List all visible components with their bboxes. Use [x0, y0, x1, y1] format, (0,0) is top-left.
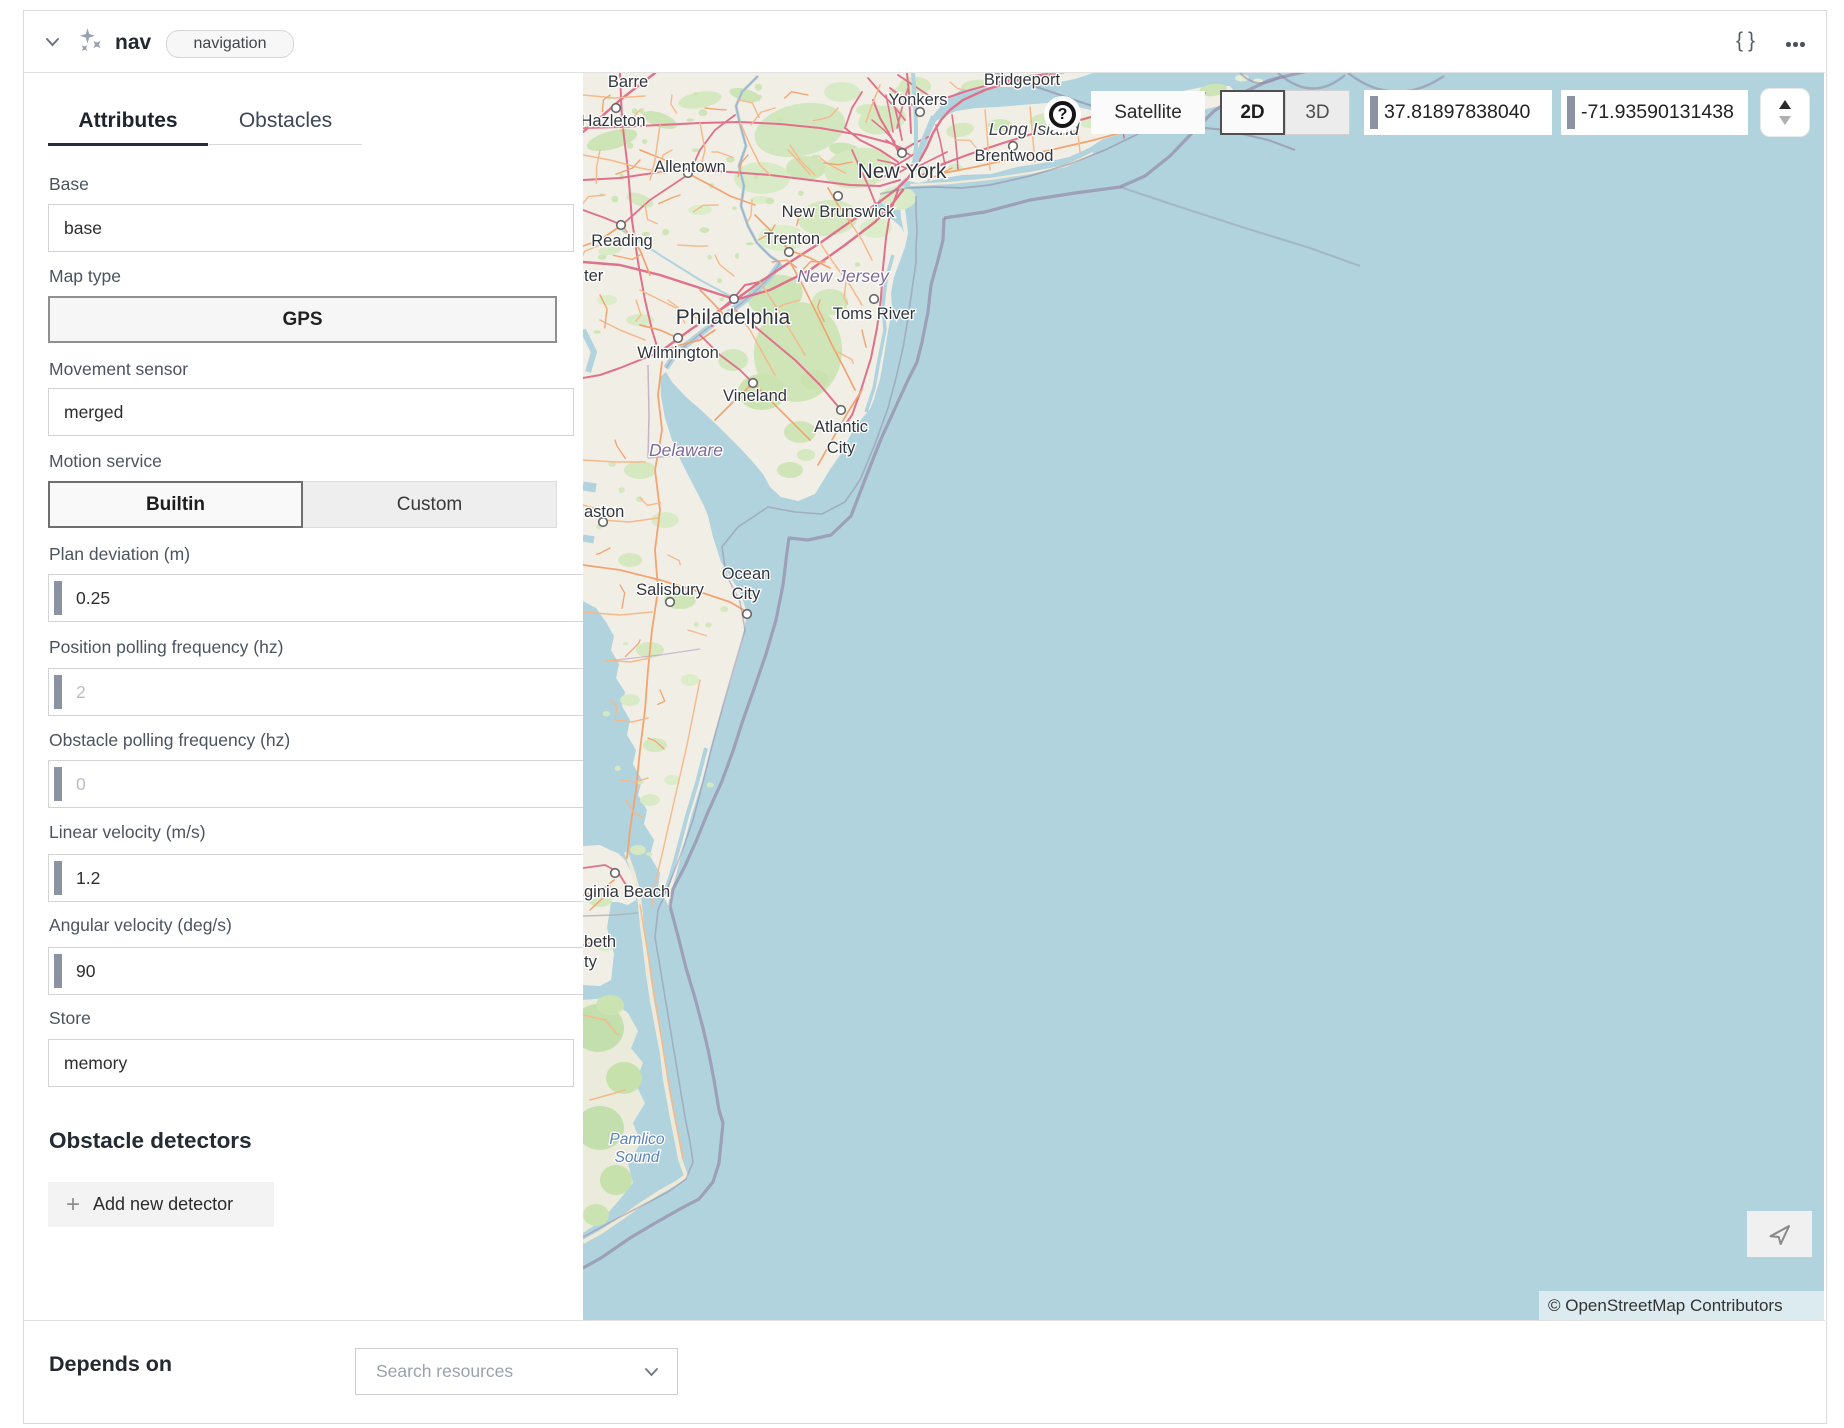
- svg-text:beth: beth: [584, 933, 616, 951]
- svg-text:Brentwood: Brentwood: [975, 147, 1054, 165]
- svg-text:New Brunswick: New Brunswick: [782, 203, 896, 221]
- svg-text:Ocean: Ocean: [722, 565, 771, 583]
- svg-text:Philadelphia: Philadelphia: [676, 306, 791, 329]
- svg-text:City: City: [732, 585, 761, 603]
- svg-text:Reading: Reading: [591, 232, 652, 250]
- svg-text:City: City: [827, 439, 856, 457]
- svg-text:ty: ty: [584, 953, 598, 971]
- svg-text:Vineland: Vineland: [723, 387, 787, 405]
- svg-text:New York: New York: [858, 160, 947, 183]
- svg-text:aston: aston: [584, 503, 624, 521]
- svg-text:Yonkers: Yonkers: [888, 91, 947, 109]
- svg-text:ter: ter: [584, 267, 604, 285]
- svg-text:Pamlico: Pamlico: [609, 1131, 665, 1148]
- svg-text:Barre: Barre: [608, 73, 648, 91]
- svg-text:Allentown: Allentown: [654, 158, 726, 176]
- svg-text:Toms River: Toms River: [833, 305, 916, 323]
- svg-text:Hazleton: Hazleton: [583, 112, 646, 130]
- svg-text:Sound: Sound: [615, 1149, 661, 1166]
- svg-text:Wilmington: Wilmington: [637, 344, 719, 362]
- svg-text:Delaware: Delaware: [649, 440, 723, 460]
- svg-text:Atlantic: Atlantic: [814, 418, 868, 436]
- svg-text:Trenton: Trenton: [764, 230, 820, 248]
- svg-text:Salisbury: Salisbury: [636, 581, 705, 599]
- svg-text:ginia Beach: ginia Beach: [584, 883, 670, 901]
- svg-text:New Jersey: New Jersey: [797, 266, 890, 286]
- svg-text:Bridgeport: Bridgeport: [984, 73, 1061, 89]
